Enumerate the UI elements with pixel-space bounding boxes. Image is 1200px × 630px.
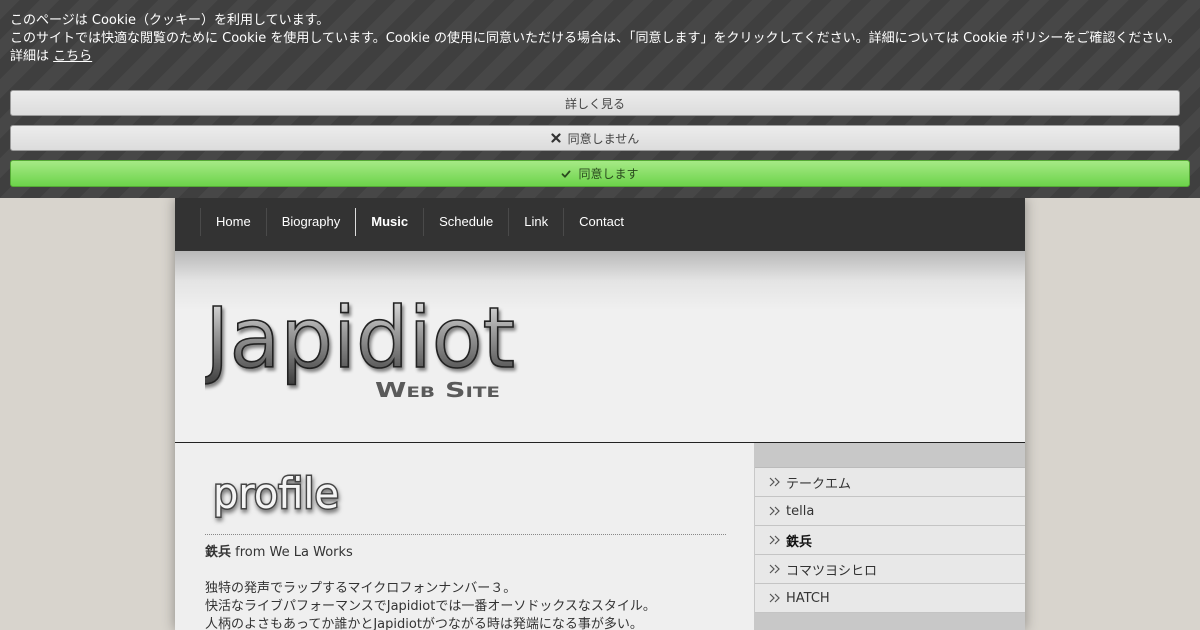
double-chevron-right-icon (769, 477, 780, 487)
cookie-accept-button[interactable]: 同意します (10, 160, 1190, 187)
nav-item-home[interactable]: Home (200, 208, 266, 236)
sidebar-footer (755, 613, 1025, 630)
nav-item-music[interactable]: Music (355, 208, 423, 236)
sidebar-item-label: 鉄兵 (786, 534, 813, 550)
cookie-details-prefix: 詳細は (10, 49, 50, 64)
member-heading: 鉄兵 from We La Works (205, 544, 735, 562)
cookie-banner: このページは Cookie（クッキー）を利用しています。 このサイトでは快適な閲… (0, 0, 1200, 198)
main-content: profile 鉄兵 from We La Works 独特の発声でラップするマ… (175, 443, 755, 630)
profile-text: 鉄兵 from We La Works 独特の発声でラップするマイクロフォンナン… (205, 544, 735, 630)
logo-main-text: Japidiot (205, 299, 515, 387)
cookie-decline-button[interactable]: 同意しません (10, 125, 1180, 151)
nav-item-contact[interactable]: Contact (563, 208, 639, 236)
page-container: Home Biography Music Schedule Link Conta… (175, 198, 1025, 630)
profile-line-1: 独特の発声でラップするマイクロフォンナンバー３。 (205, 581, 517, 596)
sidebar-item-hatch[interactable]: HATCH (755, 584, 1025, 613)
check-icon (562, 170, 571, 178)
sidebar-menu: テークエム tella 鉄兵 コマツヨシヒロ HATCH (755, 443, 1025, 630)
close-icon (551, 133, 561, 143)
svg-text:profile: profile (213, 469, 339, 518)
nav-item-biography[interactable]: Biography (265, 208, 356, 236)
top-navigation: Home Biography Music Schedule Link Conta… (175, 198, 1025, 251)
profile-line-3: 人柄のよさもあってか誰かとJapidiotがつながる時は発端になる事が多い。 (205, 617, 643, 630)
nav-item-link[interactable]: Link (508, 208, 563, 236)
double-chevron-right-icon (769, 506, 780, 516)
sidebar-item-teppei[interactable]: 鉄兵 (755, 526, 1025, 555)
member-affiliation: from We La Works (231, 545, 353, 560)
content-divider (205, 534, 726, 535)
sidebar-item-takem[interactable]: テークエム (755, 468, 1025, 497)
sidebar-header (755, 443, 1025, 468)
double-chevron-right-icon (769, 535, 780, 545)
nav-item-schedule[interactable]: Schedule (423, 208, 508, 236)
site-logo[interactable]: Japidiot Web Site (205, 299, 520, 399)
sidebar-item-label: コマツヨシヒロ (786, 563, 878, 579)
cookie-line-1: このページは Cookie（クッキー）を利用しています。 (10, 13, 330, 28)
double-chevron-right-icon (769, 564, 780, 574)
cookie-decline-button-label: 同意しません (567, 131, 640, 146)
logo-sub-text: Web Site (375, 378, 500, 399)
cookie-message: このページは Cookie（クッキー）を利用しています。 このサイトでは快適な閲… (10, 12, 1190, 66)
sidebar-item-label: HATCH (786, 590, 830, 606)
cookie-line-3: 詳細は こちら (10, 48, 1190, 66)
cookie-accept-button-label: 同意します (578, 167, 639, 181)
profile-line-2: 快活なライブパフォーマンスでJapidiotでは一番オーソドックスなスタイル。 (205, 599, 656, 614)
double-chevron-right-icon (769, 593, 780, 603)
site-header: Japidiot Web Site (175, 251, 1025, 443)
cookie-details-button[interactable]: 詳しく見る (10, 90, 1180, 116)
sidebar-item-label: tella (786, 503, 815, 519)
sidebar-item-komatsu[interactable]: コマツヨシヒロ (755, 555, 1025, 584)
member-name: 鉄兵 (205, 545, 232, 560)
cookie-line-2: このサイトでは快適な閲覧のために Cookie を使用しています。Cookie … (10, 31, 1181, 46)
sidebar-item-label: テークエム (786, 476, 852, 492)
section-title: profile (212, 468, 341, 520)
sidebar-item-tella[interactable]: tella (755, 497, 1025, 526)
cookie-details-link[interactable]: こちら (53, 49, 92, 64)
cookie-details-button-label: 詳しく見る (564, 96, 625, 111)
